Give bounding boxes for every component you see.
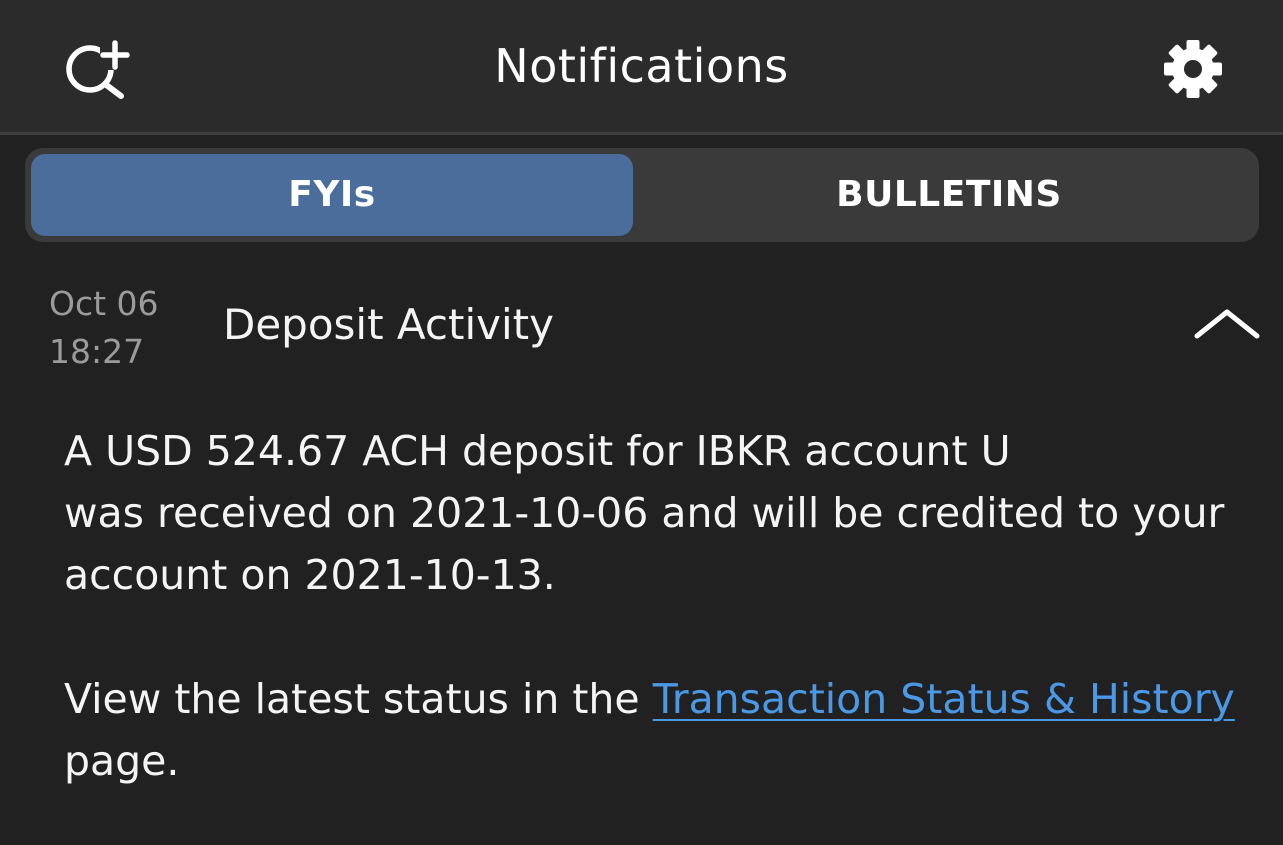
notification-title[interactable]: Deposit Activity — [223, 298, 554, 352]
body-text: View the latest status in the — [64, 675, 653, 723]
body-paragraph: A USD 524.67 ACH deposit for IBKR accoun… — [64, 420, 1244, 606]
header-bar: Notifications — [0, 0, 1283, 135]
collapse-button[interactable] — [1193, 302, 1261, 342]
notification-date: Oct 06 — [49, 284, 159, 323]
notification-timestamp: Oct 06 18:27 — [49, 280, 159, 376]
tab-fyis[interactable]: FYIs — [31, 154, 633, 236]
notification-time: 18:27 — [49, 332, 145, 371]
gear-icon — [1164, 40, 1222, 98]
body-line: account on 2021-10-13. — [64, 551, 556, 599]
body-line: was received on 2021-10-06 and will be c… — [64, 489, 1225, 537]
notification-body: A USD 524.67 ACH deposit for IBKR accoun… — [64, 420, 1244, 792]
body-text: page. — [64, 737, 180, 785]
settings-button[interactable] — [1160, 36, 1226, 102]
chevron-up-icon — [1194, 309, 1260, 339]
tab-bulletins[interactable]: BULLETINS — [645, 154, 1253, 236]
body-line: A USD 524.67 ACH deposit for IBKR accoun… — [64, 427, 1011, 475]
segmented-control: FYIs BULLETINS — [25, 148, 1259, 242]
page-title: Notifications — [494, 39, 789, 93]
transaction-status-link[interactable]: Transaction Status & History — [653, 675, 1235, 723]
body-paragraph: View the latest status in the Transactio… — [64, 668, 1244, 792]
